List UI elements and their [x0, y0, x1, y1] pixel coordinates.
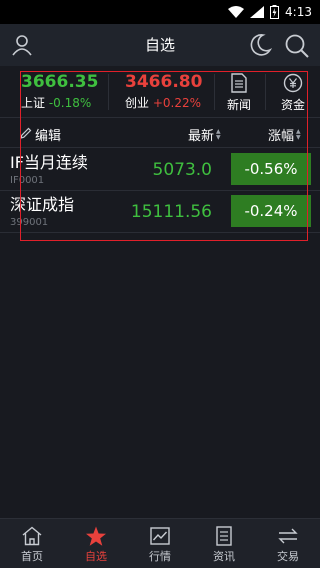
sort-latest-column[interactable]: 最新 ▲ ▼ — [188, 125, 221, 144]
sort-icon: ▲ ▼ — [296, 127, 301, 141]
tab-home[interactable]: 首页 — [0, 519, 64, 568]
home-icon — [21, 525, 43, 547]
security-name: 深证成指 — [10, 195, 75, 214]
index-strip: 3666.35 上证 -0.18% 3466.80 创业 +0.22% 新闻 资… — [0, 66, 320, 118]
status-time: 4:13 — [285, 5, 312, 19]
edit-button[interactable]: 编辑 — [20, 125, 61, 144]
tab-label: 行情 — [149, 550, 171, 563]
index-label: 创业 — [125, 96, 150, 110]
edit-label: 编辑 — [35, 129, 62, 144]
status-bar: 4:13 — [0, 0, 320, 24]
security-name: IF当月连续 — [10, 153, 88, 172]
latest-label: 最新 — [188, 129, 215, 144]
tab-label: 资讯 — [213, 550, 235, 563]
divider — [214, 74, 215, 110]
tab-trade[interactable]: 交易 — [256, 519, 320, 568]
tab-market[interactable]: 行情 — [128, 519, 192, 568]
index-change: -0.18% — [48, 96, 92, 110]
search-icon[interactable] — [284, 33, 310, 59]
change-badge[interactable]: -0.56% — [231, 153, 311, 185]
latest-price: 15111.56 — [130, 202, 212, 222]
bottom-tab-bar: 首页 自选 行情 资讯 交易 — [0, 518, 320, 568]
star-icon — [85, 525, 107, 547]
index-value: 3466.80 — [125, 72, 203, 92]
funds-button[interactable]: 资金 — [273, 72, 313, 114]
exchange-icon — [277, 525, 299, 547]
tab-label: 自选 — [85, 550, 107, 563]
signal-icon — [250, 6, 265, 18]
document-icon — [215, 525, 233, 547]
wifi-icon — [228, 6, 245, 18]
pencil-icon — [20, 127, 32, 143]
tab-label: 交易 — [277, 550, 299, 563]
index-change: +0.22% — [152, 96, 202, 110]
index-chinext[interactable]: 3466.80 创业 +0.22% — [125, 72, 202, 112]
top-nav-bar: 自选 — [0, 24, 320, 66]
news-button[interactable]: 新闻 — [219, 72, 259, 114]
page-title: 自选 — [144, 36, 175, 54]
index-label: 上证 — [21, 96, 46, 110]
yuan-icon — [273, 72, 313, 94]
table-row[interactable]: IF当月连续 IF0001 5073.0 -0.56% — [0, 149, 320, 191]
news-label: 新闻 — [226, 98, 251, 112]
sort-change-column[interactable]: 涨幅 ▲ ▼ — [268, 125, 301, 144]
night-mode-icon[interactable] — [248, 33, 273, 57]
security-code: 399001 — [10, 217, 49, 228]
table-row[interactable]: 深证成指 399001 15111.56 -0.24% — [0, 191, 320, 233]
index-shanghai[interactable]: 3666.35 上证 -0.18% — [21, 72, 98, 112]
change-badge[interactable]: -0.24% — [231, 195, 311, 227]
change-label: 涨幅 — [268, 129, 295, 144]
latest-price: 5073.0 — [152, 160, 212, 180]
tab-label: 首页 — [21, 550, 43, 563]
funds-label: 资金 — [280, 98, 305, 112]
chart-icon — [150, 525, 170, 547]
index-value: 3666.35 — [21, 72, 99, 92]
security-code: IF0001 — [10, 175, 45, 186]
news-icon — [219, 72, 259, 94]
battery-icon — [270, 5, 280, 19]
tab-watchlist[interactable]: 自选 — [64, 519, 128, 568]
sort-icon: ▲ ▼ — [216, 127, 221, 141]
tab-news[interactable]: 资讯 — [192, 519, 256, 568]
watchlist-header: 编辑 最新 ▲ ▼ 涨幅 ▲ ▼ — [0, 118, 320, 148]
divider — [108, 74, 109, 110]
divider — [265, 74, 266, 110]
